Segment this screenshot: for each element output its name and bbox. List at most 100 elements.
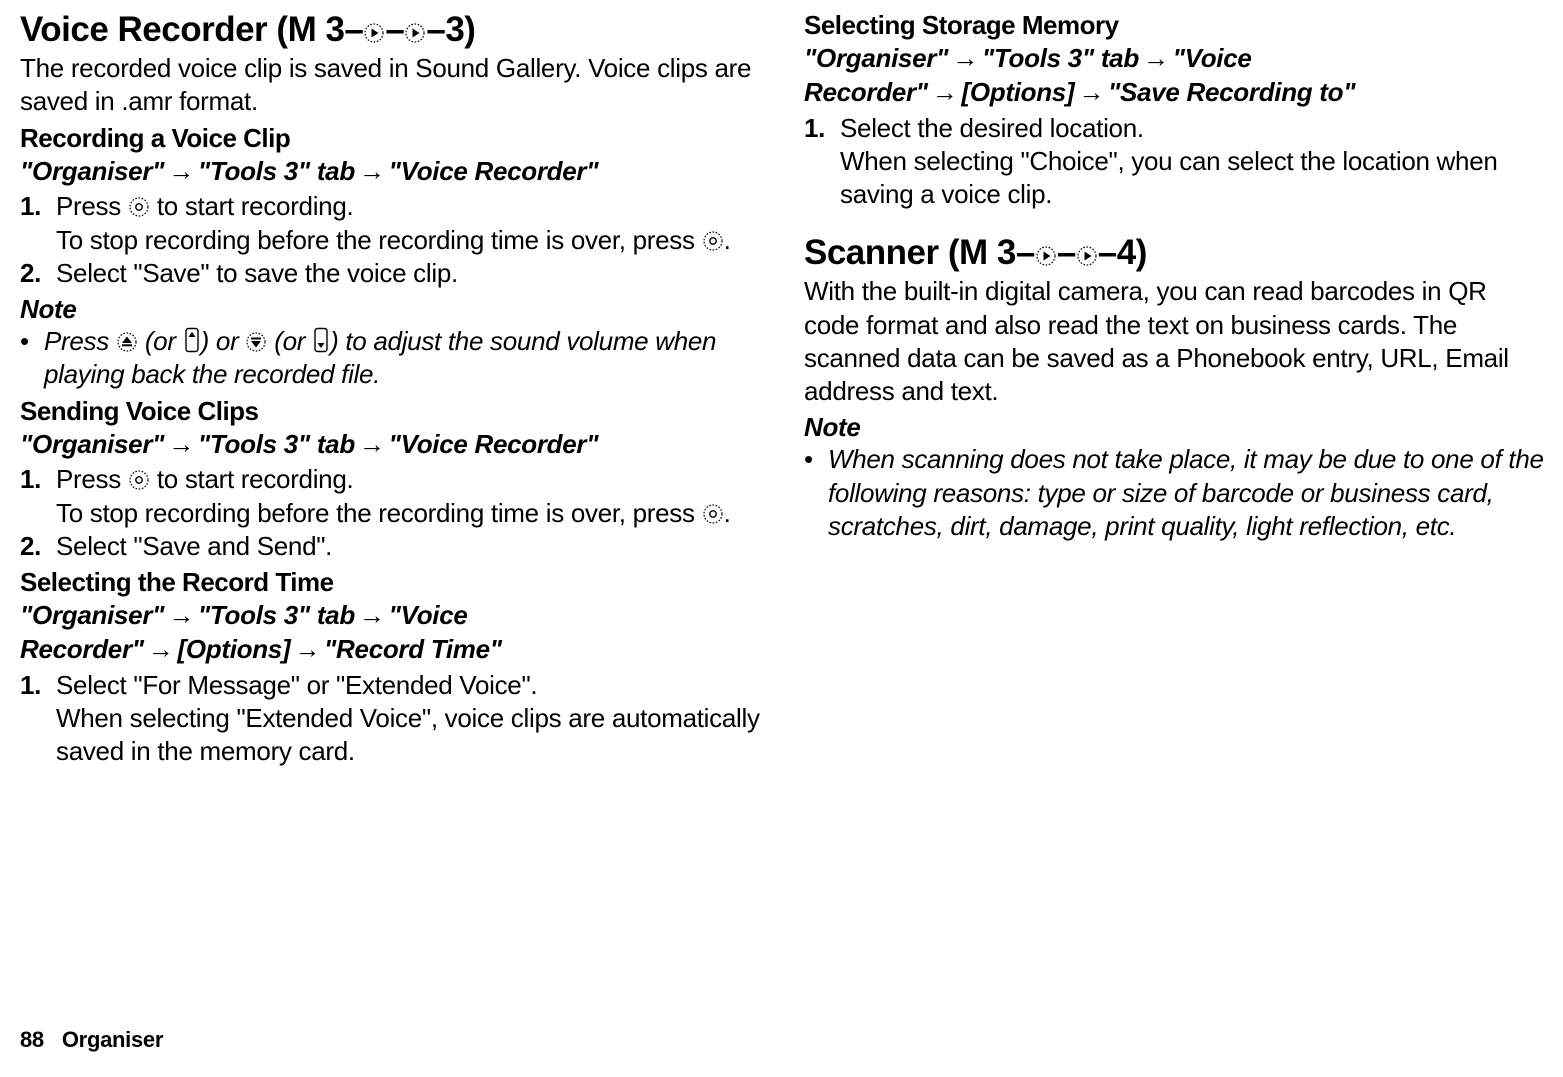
recording-heading: Recording a Voice Clip xyxy=(20,123,764,154)
voice-recorder-intro: The recorded voice clip is saved in Soun… xyxy=(20,52,764,119)
step: 1. Select "For Message" or "Extended Voi… xyxy=(20,669,764,769)
nav-arrow-icon: → xyxy=(355,429,389,459)
nav-seg: "Organiser" xyxy=(20,156,164,186)
note-text: When scanning does not take place, it ma… xyxy=(828,443,1548,543)
step-number: 1. xyxy=(20,463,56,496)
text: When selecting "Extended Voice", voice c… xyxy=(56,703,760,766)
storage-nav-path: "Organiser"→"Tools 3" tab→"Voice Recorde… xyxy=(804,42,1548,110)
recordtime-steps: 1. Select "For Message" or "Extended Voi… xyxy=(20,669,764,769)
note-bullet: • Press (or ) or (or ) to adjust the sou… xyxy=(20,325,764,392)
title-code-post: –3) xyxy=(426,10,475,49)
recording-nav-path: "Organiser"→"Tools 3" tab→"Voice Recorde… xyxy=(20,155,764,189)
right-arrow-icon xyxy=(363,22,385,44)
text: to start recording. xyxy=(150,191,354,221)
note-text: Press (or ) or (or ) to adjust the sound… xyxy=(44,325,764,392)
page-footer: 88 Organiser xyxy=(20,1027,163,1053)
text: to start recording. xyxy=(150,464,354,494)
nav-arrow-icon: → xyxy=(355,156,389,186)
step: 1. Press to start recording. To stop rec… xyxy=(20,463,764,530)
text: To stop recording before the recording t… xyxy=(56,498,702,528)
nav-arrow-icon: → xyxy=(144,634,178,664)
scanner-intro: With the built-in digital camera, you ca… xyxy=(804,275,1548,408)
text: (or xyxy=(267,326,312,356)
nav-arrow-icon: → xyxy=(1074,77,1108,107)
nav-arrow-icon: → xyxy=(928,77,962,107)
step-body: Select "Save and Send". xyxy=(56,530,764,563)
step-number: 2. xyxy=(20,257,56,290)
step: 1. Select the desired location. When sel… xyxy=(804,112,1548,212)
nav-seg: "Organiser" xyxy=(804,43,948,73)
nav-seg: [Options] xyxy=(178,634,291,664)
title-code-mid: – xyxy=(1057,233,1076,272)
nav-seg: "Record Time" xyxy=(324,634,502,664)
center-button-icon xyxy=(702,230,724,252)
nav-arrow-icon: → xyxy=(1139,43,1173,73)
title-code-post: –4) xyxy=(1098,233,1147,272)
nav-arrow-icon: → xyxy=(948,43,982,73)
title-code-pre: (M 3– xyxy=(939,233,1035,272)
storage-steps: 1. Select the desired location. When sel… xyxy=(804,112,1548,212)
sending-heading: Sending Voice Clips xyxy=(20,396,764,427)
bullet-dot-icon: • xyxy=(804,443,828,543)
title-text: Voice Recorder xyxy=(20,10,267,49)
text: Select "For Message" or "Extended Voice"… xyxy=(56,670,537,700)
step: 2. Select "Save and Send". xyxy=(20,530,764,563)
down-key-icon xyxy=(312,327,330,353)
step-body: Press to start recording. To stop record… xyxy=(56,190,764,257)
scanner-title: Scanner (M 3–––4) xyxy=(804,233,1548,273)
step-number: 2. xyxy=(20,530,56,563)
nav-seg: "Voice Recorder" xyxy=(389,156,599,186)
step-number: 1. xyxy=(804,112,840,145)
page-number: 88 xyxy=(20,1027,44,1052)
nav-arrow-icon: → xyxy=(290,634,324,664)
step: 2. Select "Save" to save the voice clip. xyxy=(20,257,764,290)
step-number: 1. xyxy=(20,669,56,702)
step-number: 1. xyxy=(20,190,56,223)
nav-seg: "Organiser" xyxy=(20,429,164,459)
nav-seg: "Tools 3" tab xyxy=(198,429,355,459)
sending-steps: 1. Press to start recording. To stop rec… xyxy=(20,463,764,563)
right-arrow-icon xyxy=(404,22,426,44)
title-code-pre: (M 3– xyxy=(267,10,363,49)
right-column: Selecting Storage Memory "Organiser"→"To… xyxy=(804,10,1548,1020)
note-label: Note xyxy=(804,412,1548,443)
text: . xyxy=(724,225,731,255)
page-columns: Voice Recorder (M 3–––3) The recorded vo… xyxy=(20,10,1548,1020)
title-text: Scanner xyxy=(804,233,939,272)
text: When selecting "Choice", you can select … xyxy=(840,146,1498,209)
storage-heading: Selecting Storage Memory xyxy=(804,10,1548,41)
nav-arrow-icon: → xyxy=(164,156,198,186)
recordtime-heading: Selecting the Record Time xyxy=(20,567,764,598)
text: Press xyxy=(56,191,128,221)
center-button-icon xyxy=(702,503,724,525)
step-body: Press to start recording. To stop record… xyxy=(56,463,764,530)
sending-nav-path: "Organiser"→"Tools 3" tab→"Voice Recorde… xyxy=(20,428,764,462)
title-code-mid: – xyxy=(385,10,404,49)
up-key-icon xyxy=(183,327,201,353)
up-button-icon xyxy=(116,331,138,353)
left-column: Voice Recorder (M 3–––3) The recorded vo… xyxy=(20,10,764,1020)
center-button-icon xyxy=(128,469,150,491)
nav-arrow-icon: → xyxy=(164,600,198,630)
section-name: Organiser xyxy=(62,1027,163,1052)
text: ) or xyxy=(201,326,246,356)
nav-seg: "Organiser" xyxy=(20,600,164,630)
nav-arrow-icon: → xyxy=(355,600,389,630)
step-body: Select "For Message" or "Extended Voice"… xyxy=(56,669,764,769)
voice-recorder-title: Voice Recorder (M 3–––3) xyxy=(20,10,764,50)
nav-seg: "Save Recording to" xyxy=(1108,77,1355,107)
step-body: Select the desired location. When select… xyxy=(840,112,1548,212)
text: . xyxy=(724,498,731,528)
nav-seg: "Tools 3" tab xyxy=(198,156,355,186)
step: 1. Press to start recording. To stop rec… xyxy=(20,190,764,257)
note-label: Note xyxy=(20,294,764,325)
right-arrow-icon xyxy=(1035,245,1057,267)
scanner-section: Scanner (M 3–––4) With the built-in digi… xyxy=(804,233,1548,543)
step-body: Select "Save" to save the voice clip. xyxy=(56,257,764,290)
nav-seg: "Voice Recorder" xyxy=(389,429,599,459)
bullet-dot-icon: • xyxy=(20,325,44,392)
text: Press xyxy=(44,326,116,356)
nav-seg: "Tools 3" tab xyxy=(198,600,355,630)
nav-seg: "Tools 3" tab xyxy=(982,43,1139,73)
note-bullet: • When scanning does not take place, it … xyxy=(804,443,1548,543)
